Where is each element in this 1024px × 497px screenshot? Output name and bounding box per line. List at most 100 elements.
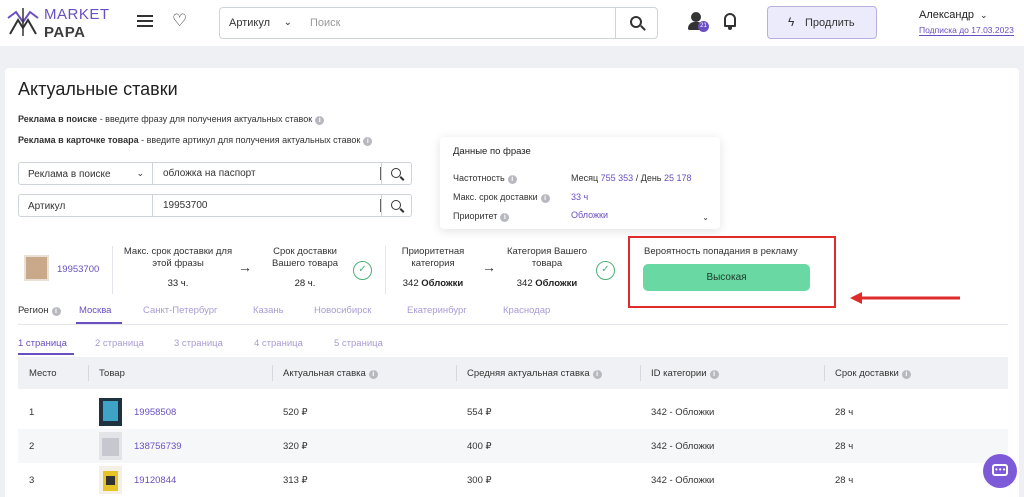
frequency-value: Месяц 755 353 / День 25 178 — [571, 173, 692, 183]
arrow-right-icon: → — [482, 259, 496, 275]
bell-icon[interactable] — [724, 13, 736, 30]
delivery-cell: 28 ч — [835, 407, 854, 418]
place-cell: 1 — [29, 407, 35, 418]
bolt-icon: ϟ — [788, 15, 795, 29]
table-header: Место Товар Актуальная ставка i Средняя а… — [18, 357, 1008, 389]
phrase-data-title: Данные по фразе — [453, 146, 531, 157]
bid-cell: 520 ₽ — [283, 407, 308, 418]
info-icon[interactable]: i — [592, 370, 602, 379]
column-divider — [456, 365, 457, 381]
search-type-select[interactable]: Артикул ⌄ — [219, 7, 301, 39]
probability-title: Вероятность попадания в рекламу — [644, 246, 798, 257]
info-icon[interactable]: i — [500, 213, 510, 222]
article-input[interactable] — [152, 194, 382, 217]
region-tab-kazan[interactable]: Казань — [253, 305, 284, 316]
product-link[interactable]: 19120844 — [134, 475, 176, 486]
annotation-arrow-icon — [850, 292, 960, 304]
region-tab-moscow[interactable]: Москва — [79, 305, 111, 316]
user-menu[interactable]: Александр ⌄ — [919, 9, 988, 21]
info-icon[interactable]: i — [901, 370, 911, 379]
user-name: Александр — [919, 9, 975, 21]
column-divider — [88, 365, 89, 381]
region-tab-ekaterinburg[interactable]: Екатеринбург — [407, 305, 467, 316]
divider — [112, 246, 113, 294]
subscription-link[interactable]: Подписка до 17.03.2023 — [919, 25, 1014, 36]
priority-label: Приоритет i — [453, 211, 510, 222]
tabs-divider — [18, 324, 1008, 325]
page-tab-5[interactable]: 5 страница — [334, 338, 383, 349]
product-link[interactable]: 138756739 — [134, 441, 182, 452]
chevron-down-icon: ⌄ — [283, 17, 292, 28]
table-row[interactable]: 2 138756739 320 ₽ 400 ₽ 342 - Обложки 28… — [18, 429, 1008, 463]
column-header: ID категории i — [651, 368, 719, 379]
page-title: Актуальные ставки — [18, 79, 178, 99]
promote-button[interactable]: ϟ Продлить — [767, 6, 877, 39]
column-divider — [640, 365, 641, 381]
region-label: Регион i — [18, 305, 61, 316]
table-row[interactable]: 3 19120844 313 ₽ 300 ₽ 342 - Обложки 28 … — [18, 463, 1008, 497]
your-category-title: Категория Вашего товара — [506, 246, 588, 269]
search-icon — [391, 168, 401, 178]
max-delivery-value: 33 ч — [571, 192, 589, 202]
chevron-down-icon[interactable]: ⌄ — [702, 213, 709, 222]
info-icon[interactable]: i — [507, 175, 517, 184]
ad-type-select[interactable]: Реклама в поиске ⌄ — [18, 162, 153, 185]
region-tab-krasnodar[interactable]: Краснодар — [503, 305, 550, 316]
product-thumbnail — [99, 398, 122, 426]
priority-category-stat: 342 Обложки — [402, 278, 464, 289]
info-icon[interactable]: i — [51, 307, 61, 316]
phrase-search-button[interactable] — [382, 162, 412, 185]
category-cell: 342 - Обложки — [651, 407, 715, 418]
column-divider — [824, 365, 825, 381]
ad-type-value: Реклама в поиске — [28, 169, 111, 180]
logo-text-line2: PAPA — [44, 24, 86, 41]
heart-icon[interactable]: ♡ — [172, 11, 187, 31]
avg-bid-cell: 300 ₽ — [467, 475, 492, 486]
column-header: Средняя актуальная ставка i — [467, 368, 602, 379]
priority-category-title: Приоритетная категория — [401, 246, 465, 269]
place-cell: 3 — [29, 475, 35, 486]
info-icon[interactable]: i — [315, 116, 325, 125]
your-category-stat: 342 Обложки — [516, 278, 578, 289]
page-tab-2[interactable]: 2 страница — [95, 338, 144, 349]
phrase-input[interactable] — [152, 162, 382, 185]
card-ads-description: Реклама в карточке товара - введите арти… — [18, 135, 373, 146]
avg-bid-cell: 554 ₽ — [467, 407, 492, 418]
column-header: Место — [29, 368, 57, 379]
page-tab-1[interactable]: 1 страница — [18, 338, 67, 349]
chat-dots: ••• — [995, 465, 1007, 474]
place-cell: 2 — [29, 441, 35, 452]
input-divider — [380, 167, 381, 180]
category-cell: 342 - Обложки — [651, 475, 715, 486]
search-icon — [630, 16, 642, 28]
priority-value: Обложки — [571, 210, 608, 220]
region-tab-novosibirsk[interactable]: Новосибирск — [314, 305, 371, 316]
info-icon[interactable]: i — [709, 370, 719, 379]
product-link[interactable]: 19958508 — [134, 407, 176, 418]
search-button[interactable] — [615, 7, 658, 39]
region-tab-spb[interactable]: Санкт-Петербург — [143, 305, 218, 316]
check-circle-icon: ✓ — [596, 261, 615, 280]
max-delivery-stat: 33 ч. — [167, 278, 189, 289]
page-tab-4[interactable]: 4 страница — [254, 338, 303, 349]
column-header: Товар — [99, 368, 125, 379]
info-icon[interactable]: i — [540, 194, 550, 203]
logo[interactable]: MARKET PAPA — [6, 3, 109, 43]
divider — [385, 246, 386, 294]
search-input[interactable] — [300, 7, 616, 39]
menu-icon[interactable] — [137, 15, 153, 27]
logo-text-line1: MARKET — [44, 6, 110, 23]
chevron-down-icon: ⌄ — [136, 168, 144, 178]
product-link[interactable]: 19953700 — [57, 264, 99, 275]
info-icon[interactable]: i — [363, 137, 373, 146]
search-icon — [391, 200, 401, 210]
product-thumbnail — [99, 432, 122, 460]
table-row[interactable]: 1 19958508 520 ₽ 554 ₽ 342 - Обложки 28 … — [18, 395, 1008, 429]
info-icon[interactable]: i — [368, 370, 378, 379]
user-icon[interactable]: 21 — [687, 12, 709, 32]
article-search-button[interactable] — [382, 194, 412, 217]
main-card: Актуальные ставки Реклама в поиске - вве… — [5, 68, 1019, 497]
page-tab-3[interactable]: 3 страница — [174, 338, 223, 349]
chat-button[interactable]: ••• — [983, 454, 1017, 488]
avg-bid-cell: 400 ₽ — [467, 441, 492, 452]
